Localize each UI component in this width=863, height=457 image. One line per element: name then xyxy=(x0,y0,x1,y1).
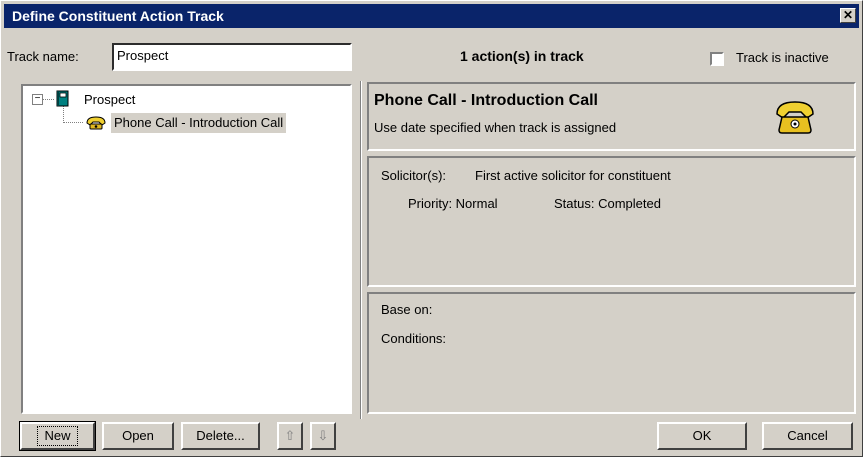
solicitor-value: First active solicitor for constituent xyxy=(475,168,671,183)
tree-connector xyxy=(63,122,83,123)
close-button[interactable]: ✕ xyxy=(840,8,856,23)
delete-button-label: Delete... xyxy=(196,428,245,443)
delete-button[interactable]: Delete... xyxy=(181,422,260,450)
move-down-button[interactable]: ⇩ xyxy=(310,422,336,450)
open-button-label: Open xyxy=(122,428,154,443)
action-tree[interactable]: − Prospect Phone Call - Introduction Cal… xyxy=(21,84,352,414)
action-title: Phone Call - Introduction Call xyxy=(374,92,598,109)
arrow-up-icon: ⇧ xyxy=(284,428,296,443)
status-text: Status: Completed xyxy=(554,196,661,211)
pane-divider xyxy=(360,81,362,419)
track-book-icon xyxy=(56,90,69,107)
solicitor-panel: Solicitor(s): First active solicitor for… xyxy=(367,156,856,287)
conditions-label: Conditions: xyxy=(381,331,447,346)
arrow-down-icon: ⇩ xyxy=(317,428,329,443)
conditions-panel: Base on: Conditions: xyxy=(367,292,856,414)
action-count-text: 1 action(s) in track xyxy=(460,48,584,64)
tree-collapse-toggle[interactable]: − xyxy=(32,94,43,105)
ok-button[interactable]: OK xyxy=(657,422,747,450)
open-button[interactable]: Open xyxy=(102,422,174,450)
tree-child-label: Phone Call - Introduction Call xyxy=(114,115,284,130)
new-button[interactable]: New xyxy=(19,421,96,451)
phone-icon xyxy=(86,116,106,130)
priority-text: Priority: Normal xyxy=(408,196,498,211)
minus-icon: − xyxy=(34,93,41,104)
base-on-label: Base on: xyxy=(381,302,433,317)
tree-connector xyxy=(63,106,64,123)
close-icon: ✕ xyxy=(842,8,854,22)
action-subtitle: Use date specified when track is assigne… xyxy=(374,120,617,135)
solicitor-label: Solicitor(s): xyxy=(381,168,447,183)
track-inactive-label: Track is inactive xyxy=(736,50,829,65)
move-up-button[interactable]: ⇧ xyxy=(277,422,303,450)
ok-button-label: OK xyxy=(692,428,712,443)
track-inactive-checkbox[interactable] xyxy=(710,52,724,66)
track-name-input[interactable]: Prospect xyxy=(112,43,352,71)
track-name-label: Track name: xyxy=(7,49,79,64)
tree-child-item[interactable]: Phone Call - Introduction Call xyxy=(111,113,287,133)
phone-large-icon xyxy=(776,101,814,134)
tree-root-label[interactable]: Prospect xyxy=(84,92,135,107)
tree-connector xyxy=(43,99,54,100)
dialog-window: Define Constituent Action Track ✕ Track … xyxy=(0,0,863,457)
cancel-button-label: Cancel xyxy=(787,428,828,443)
new-button-label: New xyxy=(37,426,78,446)
window-title: Define Constituent Action Track xyxy=(12,8,224,24)
action-header-panel: Phone Call - Introduction Call Use date … xyxy=(367,82,856,151)
cancel-button[interactable]: Cancel xyxy=(762,422,853,450)
title-bar: Define Constituent Action Track ✕ xyxy=(4,4,859,28)
